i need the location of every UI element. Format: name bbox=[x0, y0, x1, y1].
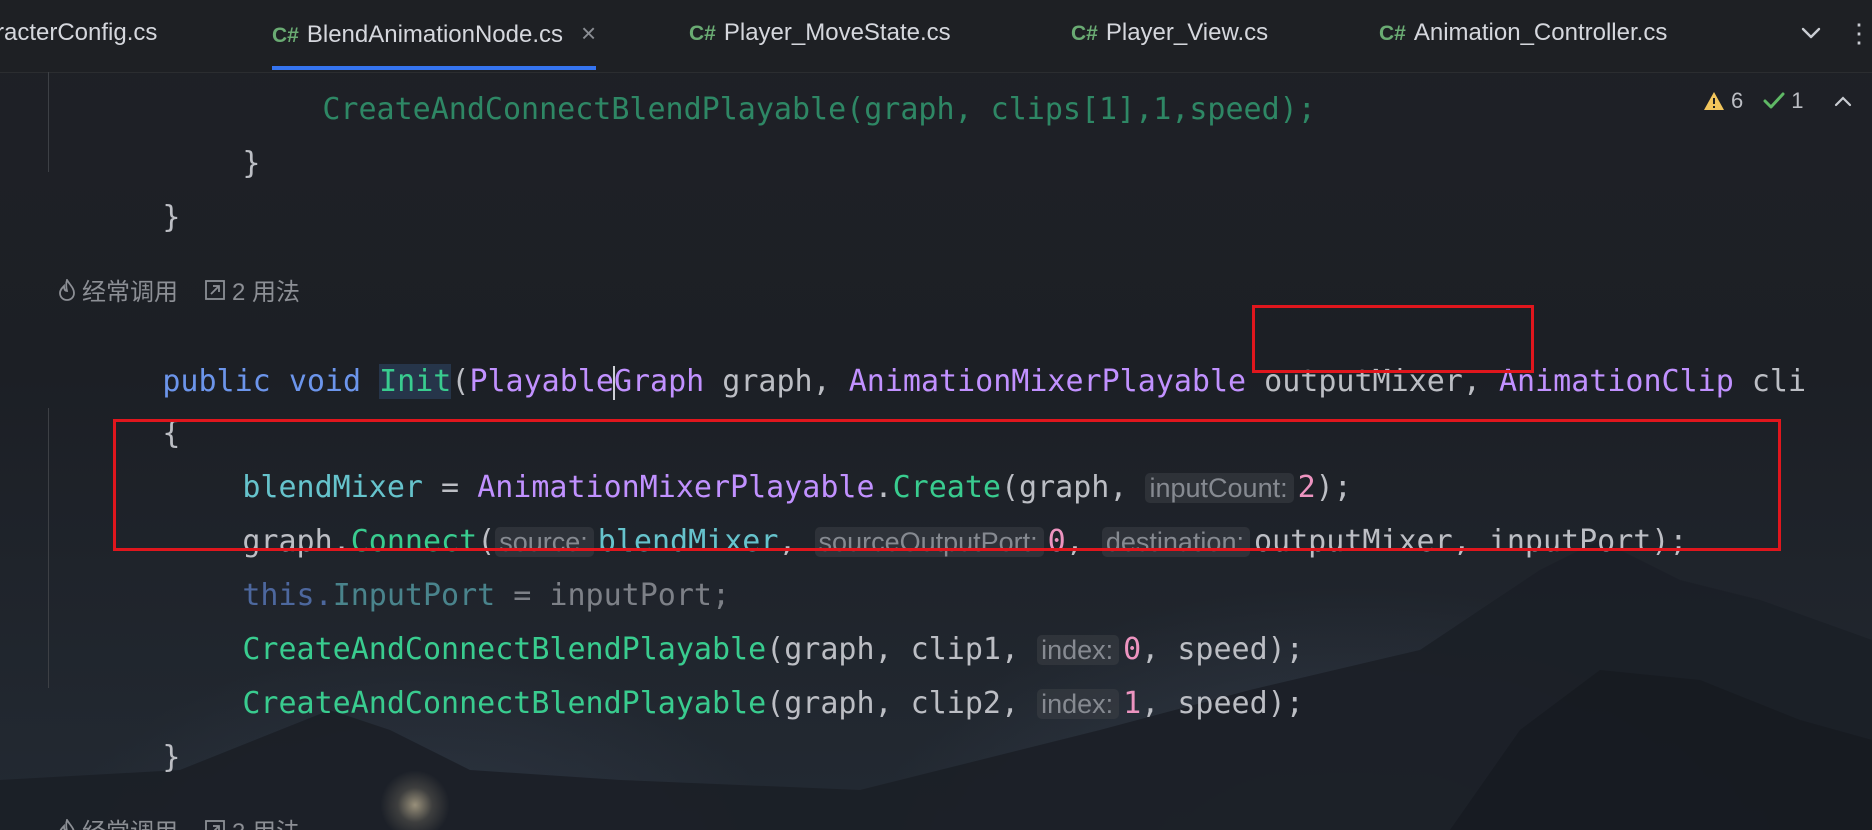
args: outputMixer, inputPort); bbox=[1253, 524, 1688, 559]
type-name: Graph bbox=[613, 364, 705, 399]
lens-refs-label: 2 用法 bbox=[232, 279, 301, 306]
type-name: AnimationClip bbox=[1498, 364, 1734, 399]
lens-refs-label: 3 用法 bbox=[232, 812, 300, 830]
fire-icon bbox=[59, 278, 75, 301]
jump-to-icon bbox=[205, 819, 225, 830]
code-line-close-inner: } bbox=[134, 104, 260, 181]
number-literal: 0 bbox=[1047, 524, 1066, 559]
parameter-hint: sourceOutputPort: bbox=[814, 527, 1044, 557]
parameter-hint: destination: bbox=[1101, 527, 1250, 557]
lens-usage-label: 经常调用 bbox=[82, 279, 178, 306]
code-line-close-method: } bbox=[54, 698, 180, 775]
type-name: Playable bbox=[469, 364, 614, 399]
brace: } bbox=[242, 146, 261, 181]
code-line-create-connect-2: CreateAndConnectBlendPlayable(graph, cli… bbox=[134, 644, 1303, 721]
type-name: AnimationMixerPlayable bbox=[848, 364, 1247, 399]
param-name: outputMixer, bbox=[1246, 364, 1499, 399]
brace: } bbox=[162, 200, 181, 235]
number-literal: 1 bbox=[1123, 686, 1142, 721]
keyword-void: void bbox=[288, 364, 362, 399]
code-line-graph-connect: graph.Connect(source: blendMixer, sourceO… bbox=[134, 482, 1687, 559]
code-line-create-connect-1: CreateAndConnectBlendPlayable(graph, cli… bbox=[134, 590, 1303, 667]
param-name: cli bbox=[1733, 364, 1807, 399]
param-name: graph, bbox=[704, 364, 849, 399]
code-lens-usages[interactable]: 经常调用 2 用法 bbox=[58, 272, 300, 307]
parameter-hint: index: bbox=[1037, 689, 1120, 719]
fire-icon bbox=[59, 818, 75, 830]
code-line-open-brace: { bbox=[54, 374, 180, 451]
indent-guide bbox=[48, 72, 49, 172]
code-editor[interactable]: CreateAndConnectBlendPlayable(graph, cli… bbox=[0, 0, 1872, 830]
args-end: , speed); bbox=[1141, 686, 1304, 721]
code-line-partial: CreateAndConnectBlendPlayable(graph, cli… bbox=[214, 50, 1315, 127]
code-text: CreateAndConnectBlendPlayable(graph, cli… bbox=[322, 92, 1316, 127]
indent-guide bbox=[48, 408, 49, 688]
paren: ( bbox=[451, 364, 470, 399]
lens-usage-label: 经常调用 bbox=[82, 812, 178, 830]
code-lens-usages-2[interactable]: 经常调用 3 用法 bbox=[58, 812, 300, 830]
method-call: CreateAndConnectBlendPlayable bbox=[242, 686, 767, 721]
code-line-close-outer: } bbox=[54, 158, 180, 235]
code-line-signature: public void Init(PlayableGraph graph, An… bbox=[54, 322, 1806, 400]
args: (graph, clip2, bbox=[766, 686, 1038, 721]
brace: } bbox=[162, 740, 181, 775]
code-line-input-port: this.InputPort = inputPort; bbox=[134, 536, 730, 613]
separator: , bbox=[778, 524, 815, 559]
separator: , bbox=[1065, 524, 1102, 559]
jump-to-icon bbox=[205, 279, 225, 300]
code-line-blend-mixer-create: blendMixer = AnimationMixerPlayable.Crea… bbox=[134, 428, 1351, 505]
ide-window: racterConfig.cs C# BlendAnimationNode.cs ×… bbox=[0, 0, 1872, 830]
method-name: Init bbox=[379, 364, 452, 399]
